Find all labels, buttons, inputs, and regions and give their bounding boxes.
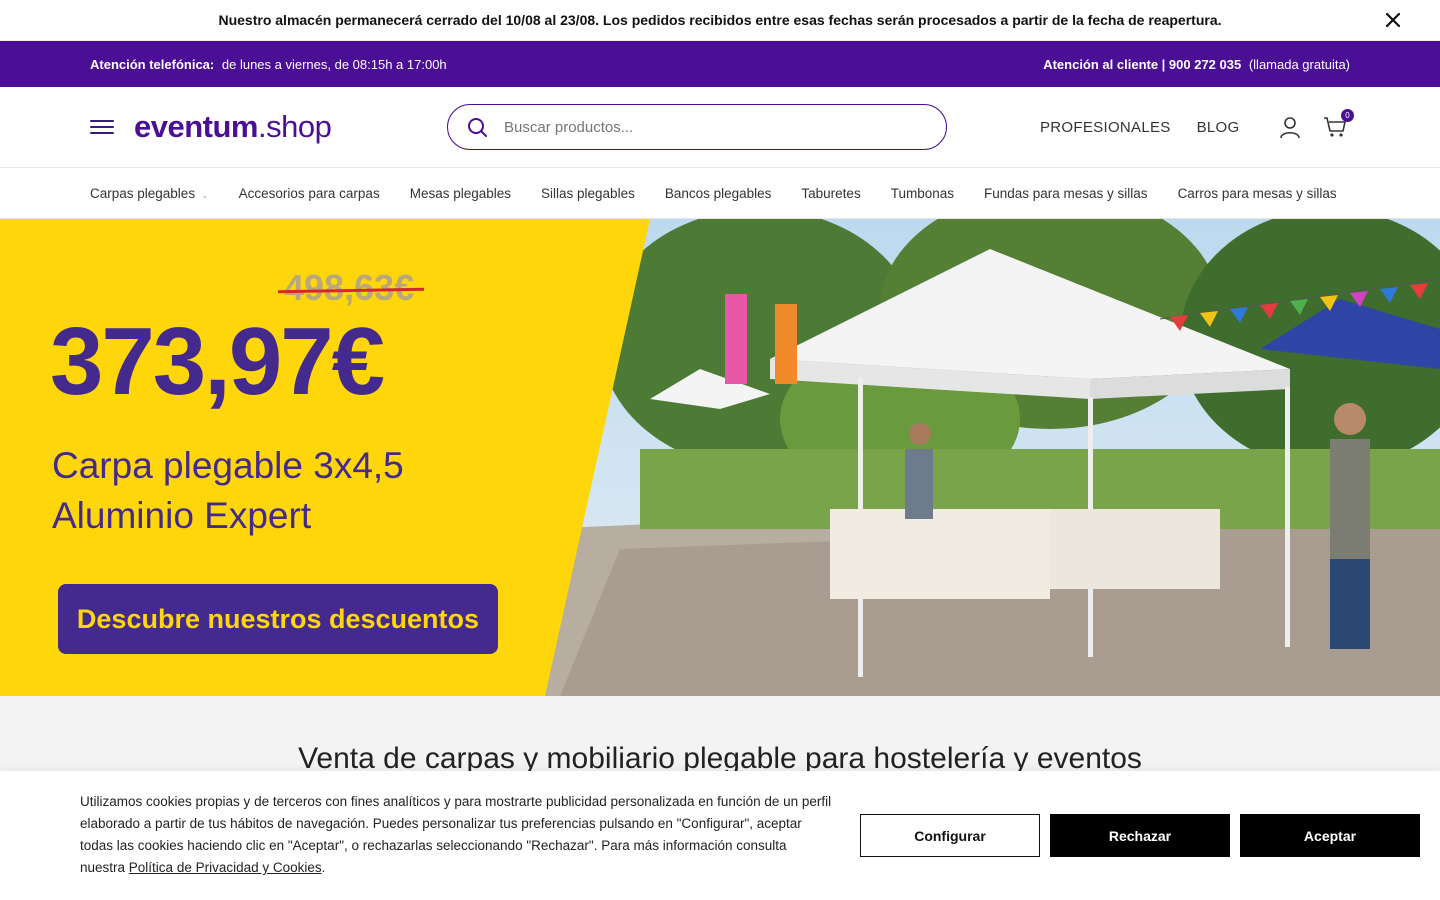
logo-bold: eventum — [134, 109, 258, 144]
cart-count-badge: 0 — [1341, 109, 1354, 122]
menu-icon[interactable] — [90, 117, 114, 137]
reject-button[interactable]: Rechazar — [1050, 814, 1230, 857]
category-bancos[interactable]: Bancos plegables — [665, 186, 772, 201]
customer-service-label[interactable]: Atención al cliente | 900 272 035 — [1043, 57, 1241, 72]
category-label: Carpas plegables — [90, 185, 196, 201]
old-price: 498,63€ — [284, 267, 415, 308]
cookie-banner: Utilizamos cookies propias y de terceros… — [0, 771, 1440, 900]
nav-blog[interactable]: BLOG — [1197, 119, 1240, 136]
privacy-policy-link[interactable]: Política de Privacidad y Cookies — [129, 860, 322, 875]
site-header: eventum.shop PROFESIONALES BLOG 0 — [0, 87, 1440, 168]
product-name: Carpa plegable 3x4,5 Aluminio Expert — [52, 441, 404, 541]
phone-hours: de lunes a viernes, de 08:15h a 17:00h — [221, 56, 447, 72]
cookie-message: Utilizamos cookies propias y de terceros… — [80, 791, 835, 879]
accept-button[interactable]: Aceptar — [1240, 814, 1420, 857]
product-name-line2: Aluminio Expert — [52, 495, 312, 536]
configure-button[interactable]: Configurar — [860, 814, 1040, 857]
search-bar[interactable] — [447, 104, 947, 150]
logo-light: .shop — [257, 109, 332, 144]
site-logo[interactable]: eventum .shop — [134, 109, 332, 145]
new-price: 373,97€ — [50, 308, 385, 415]
announcement-text: Nuestro almacén permanecerá cerrado del … — [218, 12, 1222, 28]
announcement-bar: Nuestro almacén permanecerá cerrado del … — [0, 0, 1440, 41]
category-sillas[interactable]: Sillas plegables — [541, 186, 635, 201]
category-fundas[interactable]: Fundas para mesas y sillas — [984, 186, 1148, 201]
category-carros[interactable]: Carros para mesas y sillas — [1178, 186, 1337, 201]
category-mesas[interactable]: Mesas plegables — [410, 186, 511, 201]
close-icon[interactable] — [1384, 11, 1402, 29]
user-icon[interactable] — [1278, 115, 1302, 139]
search-icon[interactable] — [466, 116, 488, 138]
nav-profesionales[interactable]: PROFESIONALES — [1040, 119, 1171, 136]
category-accesorios[interactable]: Accesorios para carpas — [239, 186, 380, 201]
discounts-cta-button[interactable]: Descubre nuestros descuentos — [58, 584, 498, 654]
customer-service-note: (llamada gratuita) — [1248, 56, 1350, 72]
product-name-line1: Carpa plegable 3x4,5 — [52, 445, 404, 486]
category-carpas-plegables[interactable]: Carpas plegables ⌄ — [90, 186, 209, 201]
contact-bar: Atención telefónica: de lunes a viernes,… — [0, 41, 1440, 87]
chevron-down-icon: ⌄ — [201, 189, 209, 200]
cookie-text-end: . — [321, 860, 326, 875]
search-input[interactable] — [504, 118, 904, 136]
phone-info: Atención telefónica: de lunes a viernes,… — [90, 57, 447, 72]
phone-label: Atención telefónica: — [90, 56, 215, 72]
customer-service-info[interactable]: Atención al cliente | 900 272 035 (llama… — [1043, 57, 1350, 72]
category-nav: Carpas plegables ⌄ Accesorios para carpas… — [0, 168, 1440, 219]
category-taburetes[interactable]: Taburetes — [801, 186, 860, 201]
hero-banner[interactable]: 498,63€ 373,97€ Carpa plegable 3x4,5 Alu… — [0, 219, 1440, 696]
intro-section: Venta de carpas y mobiliario plegable pa… — [0, 696, 1440, 775]
header-nav: PROFESIONALES BLOG — [1040, 87, 1240, 168]
category-tumbonas[interactable]: Tumbonas — [891, 186, 954, 201]
